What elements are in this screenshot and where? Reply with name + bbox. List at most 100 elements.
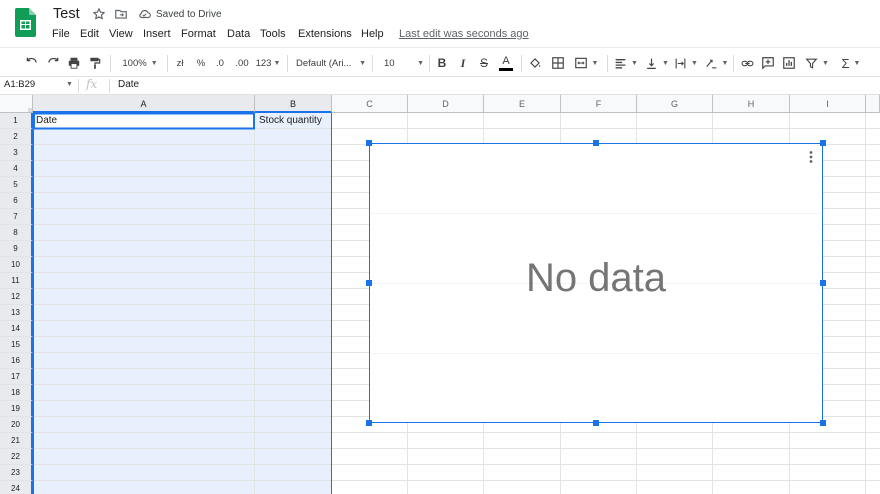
formula-input[interactable]: Date [118, 79, 139, 90]
chevron-down-icon: ▼ [150, 59, 158, 67]
resize-handle-left[interactable] [366, 280, 372, 286]
row-header-2[interactable]: 2 [0, 129, 33, 145]
print-icon[interactable] [66, 55, 82, 71]
last-edit-link[interactable]: Last edit was seconds ago [399, 28, 529, 40]
row-header-14[interactable]: 14 [0, 321, 33, 337]
column-header-a[interactable]: A [33, 95, 255, 113]
percent-button[interactable]: % [194, 55, 208, 71]
row-header-11[interactable]: 11 [0, 273, 33, 289]
menu-edit[interactable]: Edit [80, 28, 99, 40]
currency-button[interactable]: zł [172, 55, 188, 71]
cell-a1[interactable]: Date [36, 115, 57, 126]
row-header-8[interactable]: 8 [0, 225, 33, 241]
move-folder-icon[interactable] [114, 7, 130, 23]
column-header-h[interactable]: H [713, 95, 790, 113]
column-header-b[interactable]: B [255, 95, 332, 113]
borders-icon[interactable] [550, 55, 566, 71]
filter-icon[interactable]: ▼ [803, 55, 831, 71]
menu-extensions[interactable]: Extensions [298, 28, 352, 40]
row-header-24[interactable]: 24 [0, 481, 33, 494]
undo-icon[interactable] [24, 55, 40, 71]
resize-handle-top[interactable] [593, 140, 599, 146]
column-header-d[interactable]: D [408, 95, 484, 113]
row-header-17[interactable]: 17 [0, 369, 33, 385]
row-header-4[interactable]: 4 [0, 161, 33, 177]
text-color-swatch [499, 67, 513, 71]
resize-handle-bottom-right[interactable] [820, 420, 826, 426]
menu-tools[interactable]: Tools [260, 28, 286, 40]
menu-view[interactable]: View [109, 28, 133, 40]
row-header-20[interactable]: 20 [0, 417, 33, 433]
column-header-f[interactable]: F [561, 95, 637, 113]
sheets-logo-icon[interactable] [15, 8, 36, 37]
italic-button[interactable]: I [455, 55, 471, 71]
horizontal-align-icon[interactable]: ▼ [613, 55, 639, 71]
strikethrough-button[interactable]: S [476, 55, 492, 71]
column-header-c[interactable]: C [332, 95, 408, 113]
resize-handle-bottom-left[interactable] [366, 420, 372, 426]
row-header-15[interactable]: 15 [0, 337, 33, 353]
menu-format[interactable]: Format [181, 28, 216, 40]
menu-help[interactable]: Help [361, 28, 384, 40]
cloud-saved-icon[interactable] [137, 7, 153, 23]
chart-gridline [371, 353, 821, 354]
fill-color-icon[interactable] [527, 55, 543, 71]
document-title[interactable]: Test [53, 6, 80, 22]
row-header-16[interactable]: 16 [0, 353, 33, 369]
insert-link-icon[interactable] [739, 55, 755, 71]
vertical-align-icon[interactable]: ▼ [644, 55, 670, 71]
row-header-21[interactable]: 21 [0, 433, 33, 449]
text-wrapping-icon[interactable]: ▼ [673, 55, 699, 71]
column-header-e[interactable]: E [484, 95, 561, 113]
row-header-23[interactable]: 23 [0, 465, 33, 481]
resize-handle-right[interactable] [820, 280, 826, 286]
resize-handle-bottom[interactable] [593, 420, 599, 426]
row-header-18[interactable]: 18 [0, 385, 33, 401]
text-color-button[interactable]: A [497, 55, 515, 71]
increase-decimal-button[interactable]: .00 [233, 55, 251, 71]
row-header-9[interactable]: 9 [0, 241, 33, 257]
font-select[interactable]: Default (Ari... ▼ [296, 55, 366, 71]
chevron-down-icon: ▼ [662, 59, 669, 67]
insert-comment-icon[interactable] [760, 55, 776, 71]
more-formats-button[interactable]: 123 ▼ [255, 55, 281, 71]
paint-format-icon[interactable] [87, 55, 103, 71]
text-rotation-icon[interactable]: ▼ [703, 55, 729, 71]
cell-b1[interactable]: Stock quantity [259, 115, 322, 126]
zoom-select[interactable]: 100% ▼ [118, 55, 162, 71]
row-header-6[interactable]: 6 [0, 193, 33, 209]
name-box[interactable]: A1:B29 [4, 79, 35, 90]
resize-handle-top-left[interactable] [366, 140, 372, 146]
row-header-12[interactable]: 12 [0, 289, 33, 305]
row-header-7[interactable]: 7 [0, 209, 33, 225]
select-all-corner[interactable] [0, 95, 33, 113]
menu-data[interactable]: Data [227, 28, 250, 40]
star-icon[interactable] [92, 7, 108, 23]
font-size-select[interactable]: 10 ▼ [380, 55, 424, 71]
column-header-g[interactable]: G [637, 95, 713, 113]
row-header-19[interactable]: 19 [0, 401, 33, 417]
more-vert-icon[interactable] [807, 150, 815, 164]
zoom-value: 100% [122, 57, 147, 69]
functions-icon[interactable]: Σ ▼ [838, 55, 864, 71]
redo-icon[interactable] [45, 55, 61, 71]
chart-object[interactable]: No data [366, 140, 826, 426]
merge-cells-icon[interactable]: ▼ [571, 55, 601, 71]
column-header-i[interactable]: I [790, 95, 866, 113]
row-header-3[interactable]: 3 [0, 145, 33, 161]
row-header-13[interactable]: 13 [0, 305, 33, 321]
toolbar-divider [607, 55, 608, 72]
insert-chart-icon[interactable] [781, 55, 797, 71]
chevron-down-icon: ▼ [273, 59, 281, 67]
toolbar-divider [521, 55, 522, 72]
decrease-decimal-button[interactable]: .0 [212, 55, 228, 71]
bold-button[interactable]: B [434, 55, 450, 71]
row-header-22[interactable]: 22 [0, 449, 33, 465]
menu-insert[interactable]: Insert [143, 28, 171, 40]
menu-file[interactable]: File [52, 28, 70, 40]
chevron-down-icon[interactable]: ▼ [66, 81, 73, 88]
row-header-1[interactable]: 1 [0, 113, 33, 129]
row-header-10[interactable]: 10 [0, 257, 33, 273]
row-header-5[interactable]: 5 [0, 177, 33, 193]
resize-handle-top-right[interactable] [820, 140, 826, 146]
